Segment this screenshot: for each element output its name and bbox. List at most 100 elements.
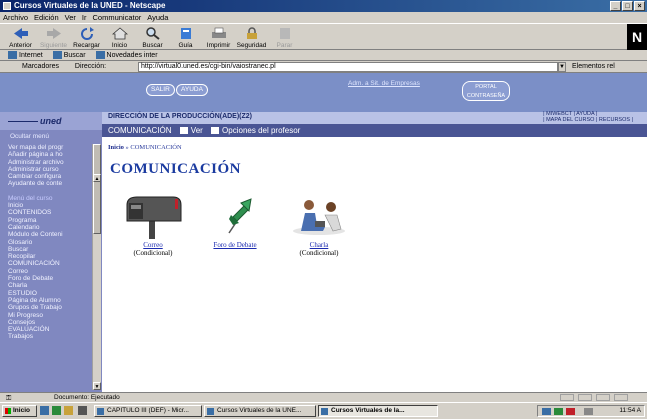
scroll-down-arrow-icon[interactable]: ▼: [93, 382, 101, 390]
stop-icon: [279, 28, 290, 39]
sidebar-item[interactable]: Glosario: [8, 239, 92, 246]
sidebar-item[interactable]: Añadir página a ho: [8, 151, 92, 158]
mailbox-icon[interactable]: [121, 195, 185, 239]
sidebar-item[interactable]: Módulo de Conteni: [8, 231, 92, 238]
ayuda-button[interactable]: AYUDA: [176, 84, 208, 96]
sidebar-item[interactable]: Mi Progreso: [8, 312, 92, 319]
sidebar-item[interactable]: Trabajos: [8, 333, 92, 340]
sidebar-item[interactable]: EVALUACIÓN: [8, 326, 92, 333]
quicklaunch-extra-icon[interactable]: [78, 406, 87, 415]
related-links-button[interactable]: Elementos rel: [572, 61, 615, 73]
quicklaunch-mail-icon[interactable]: [64, 406, 73, 415]
sidebar-item[interactable]: ESTUDIO: [8, 290, 92, 297]
tool-charla[interactable]: Charla (Condicional): [284, 195, 354, 257]
reload-icon: [80, 27, 94, 40]
tool-correo-label[interactable]: Correo: [118, 241, 188, 249]
personal-novedades-link[interactable]: Novedades inter: [95, 50, 158, 60]
portal-button[interactable]: PORTAL CONTRASEÑA: [462, 81, 510, 101]
reload-button[interactable]: Recargar: [70, 24, 103, 50]
menu-ver[interactable]: Ver: [65, 12, 76, 23]
menu-archivo[interactable]: Archivo: [3, 12, 28, 23]
sidebar-item[interactable]: Página de Alumno: [8, 297, 92, 304]
course-sidebar: uned Ocultar menú Ver mapa del progr Añad…: [0, 112, 102, 392]
breadcrumb-home[interactable]: Inicio: [108, 144, 124, 151]
tray-volume-icon[interactable]: [584, 408, 593, 415]
sidebar-item[interactable]: COMUNICACIÓN: [8, 260, 92, 267]
close-button[interactable]: ×: [634, 1, 645, 11]
guide-button[interactable]: Guía: [169, 24, 202, 50]
forward-label: Siguiente: [39, 42, 68, 49]
sidebar-item[interactable]: Ver mapa del progr: [8, 144, 92, 151]
sidebar-item[interactable]: Grupos de Trabajo: [8, 304, 92, 311]
tray-network-icon[interactable]: [542, 408, 551, 415]
stop-button[interactable]: Parar: [268, 24, 301, 50]
admin-link[interactable]: Adm. a Sit. de Empresas: [348, 80, 420, 87]
bookmark-folder-icon: [95, 51, 105, 59]
task-word-document[interactable]: CAPITULO III (DEF) - Micr...: [94, 405, 202, 417]
tray-clock[interactable]: 11:54 A: [619, 407, 641, 414]
menu-ayuda[interactable]: Ayuda: [147, 12, 168, 23]
tray-antivirus-icon[interactable]: [554, 408, 563, 415]
sidebar-item[interactable]: Programa: [8, 217, 92, 224]
sidebar-item[interactable]: Charla: [8, 282, 92, 289]
start-button[interactable]: Inicio: [2, 405, 37, 417]
tray-alert-icon[interactable]: [566, 408, 575, 415]
menu-ir[interactable]: Ir: [82, 12, 87, 23]
tool-correo[interactable]: Correo (Condicional): [118, 195, 188, 257]
url-input[interactable]: http://virtual0.uned.es/cgi-bin/vaiostra…: [138, 62, 558, 72]
maximize-button[interactable]: □: [622, 1, 633, 11]
course-links[interactable]: | MIWEBCT | AYUDA | | MAPA DEL CURSO | R…: [543, 111, 633, 124]
quicklaunch-desktop-icon[interactable]: [40, 406, 49, 415]
netscape-logo[interactable]: N: [627, 24, 647, 50]
sidebar-item[interactable]: Calendario: [8, 224, 92, 231]
scroll-up-arrow-icon[interactable]: ▲: [93, 174, 101, 182]
tool-foro[interactable]: Foro de Debate: [200, 195, 270, 249]
personal-buscar-link[interactable]: Buscar: [52, 50, 86, 60]
url-dropdown-arrow-icon[interactable]: ▼: [558, 62, 566, 72]
section-name: COMUNICACIÓN: [108, 126, 172, 135]
salir-button[interactable]: SALIR: [146, 84, 175, 96]
sidebar-item[interactable]: Ayudante de conte: [8, 180, 92, 187]
scrollbar-thumb[interactable]: [93, 144, 101, 234]
sidebar-item[interactable]: Inicio: [8, 202, 92, 209]
guide-icon: [180, 28, 191, 39]
bookmark-folder-icon: [52, 51, 62, 59]
sidebar-item[interactable]: Foro de Debate: [8, 275, 92, 282]
bookmarks-button[interactable]: Marcadores: [22, 63, 59, 70]
quicklaunch-browser-icon[interactable]: [52, 406, 61, 415]
tool-foro-label[interactable]: Foro de Debate: [200, 241, 270, 249]
hide-menu-link[interactable]: Ocultar menú: [10, 133, 49, 140]
sidebar-scrollbar[interactable]: ▲ ▼: [92, 144, 101, 390]
sidebar-item[interactable]: Correo: [8, 268, 92, 275]
chat-people-icon[interactable]: [289, 195, 349, 239]
forward-button[interactable]: Siguiente: [37, 24, 70, 50]
teacher-options-link[interactable]: Opciones del profesor: [222, 126, 300, 135]
view-icon: [179, 127, 188, 135]
search-icon: [145, 27, 160, 40]
view-link[interactable]: Ver: [191, 126, 203, 135]
sidebar-item[interactable]: Cambiar configura: [8, 173, 92, 180]
status-component-icon[interactable]: [578, 394, 592, 401]
minimize-button[interactable]: _: [610, 1, 621, 11]
menu-communicator[interactable]: Communicator: [92, 12, 141, 23]
course-links-line2[interactable]: | MAPA DEL CURSO | RECURSOS |: [543, 117, 633, 124]
home-button[interactable]: Inicio: [103, 24, 136, 50]
menu-edicion[interactable]: Edición: [34, 12, 59, 23]
tool-charla-label[interactable]: Charla: [284, 241, 354, 249]
print-button[interactable]: Imprimir: [202, 24, 235, 50]
status-composer-icon[interactable]: [614, 394, 628, 401]
task-netscape-window-1[interactable]: Cursos Virtuales de la UNE...: [204, 405, 316, 417]
security-button[interactable]: Seguridad: [235, 24, 268, 50]
sidebar-item[interactable]: CONTENIDOS: [8, 209, 92, 216]
search-button[interactable]: Buscar: [136, 24, 169, 50]
back-button[interactable]: Anterior: [4, 24, 37, 50]
sidebar-item[interactable]: Administrar curso: [8, 166, 92, 173]
sidebar-item[interactable]: Buscar: [8, 246, 92, 253]
personal-internet-link[interactable]: Internet: [8, 50, 43, 60]
task-netscape-window-2[interactable]: Cursos Virtuales de la...: [318, 405, 438, 417]
status-text: Documento: Ejecutado: [54, 394, 120, 401]
window-titlebar[interactable]: Cursos Virtuales de la UNED - Netscape _…: [0, 0, 647, 12]
status-mail-icon[interactable]: [596, 394, 610, 401]
sidebar-item[interactable]: Administrar archivo: [8, 159, 92, 166]
pushpin-icon[interactable]: [215, 195, 255, 239]
